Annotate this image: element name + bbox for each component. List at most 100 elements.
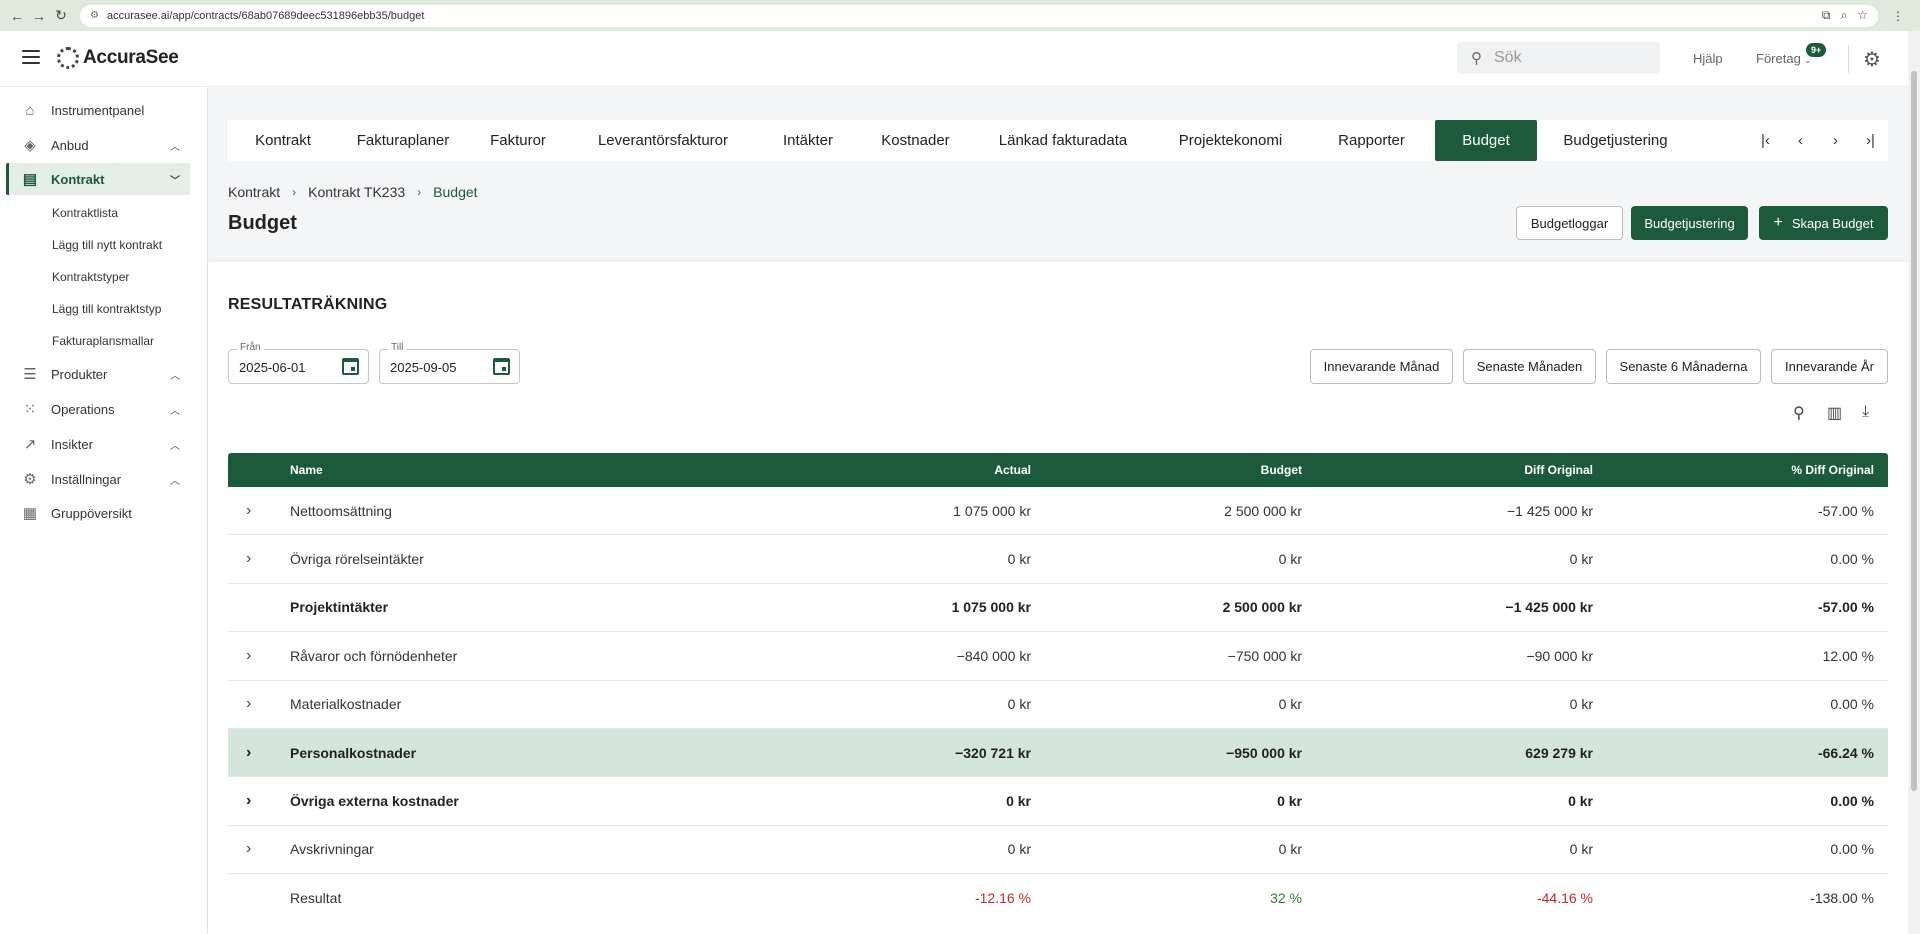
install-icon[interactable]: ⧉: [1822, 8, 1831, 23]
last-6-months-button[interactable]: Senaste 6 Månaderna: [1606, 349, 1761, 384]
tab-fakturor[interactable]: Fakturor: [468, 120, 568, 161]
row-budget: 2 500 000 kr: [1222, 599, 1302, 616]
sidebar-subitem-kontraktlista[interactable]: Kontraktlista: [52, 203, 118, 223]
row-actual: 1 075 000 kr: [951, 599, 1031, 616]
tab-intakter[interactable]: Intäkter: [758, 120, 858, 161]
table-row[interactable]: › Övriga rörelseintäkter 0 kr 0 kr 0 kr …: [228, 535, 1888, 584]
table-header: Name Actual Budget Diff Original % Diff …: [228, 453, 1888, 487]
row-name: Resultat: [290, 890, 342, 907]
sidebar-item-anbud[interactable]: ◈ Anbud ︿: [6, 129, 190, 161]
download-icon[interactable]: ⤓: [1862, 403, 1869, 421]
page-scrollbar[interactable]: [1908, 31, 1920, 934]
row-diff: −1 425 000 kr: [1506, 502, 1593, 519]
row-name: Råvaror och förnödenheter: [290, 647, 458, 664]
col-budget[interactable]: Budget: [1261, 463, 1302, 477]
logo[interactable]: AccuraSee: [57, 47, 179, 69]
site-info-icon[interactable]: ⚙: [90, 10, 99, 21]
address-bar[interactable]: ⚙ accurasee.ai/app/contracts/68ab07689de…: [80, 4, 1878, 27]
columns-icon[interactable]: ▥: [1827, 403, 1842, 423]
scroll-thumb[interactable]: [1911, 71, 1917, 791]
budget-adjust-button[interactable]: Budgetjustering: [1631, 206, 1748, 240]
date-to-field[interactable]: Till 2025-09-05: [379, 342, 520, 384]
chevron-right-icon[interactable]: ›: [1818, 132, 1853, 149]
col-name[interactable]: Name: [290, 463, 323, 477]
table-row[interactable]: › Materialkostnader 0 kr 0 kr 0 kr 0.00 …: [228, 681, 1888, 729]
expand-chevron-icon[interactable]: ›: [246, 744, 251, 762]
zoom-icon[interactable]: ⌕: [1841, 8, 1848, 23]
tab-rapporter[interactable]: Rapporter: [1308, 120, 1435, 161]
last-month-button[interactable]: Senaste Månaden: [1463, 349, 1596, 384]
sidebar-item-gruppoversikt[interactable]: ▦ Gruppöversikt: [6, 497, 190, 529]
expand-chevron-icon[interactable]: ›: [246, 840, 251, 858]
search-input[interactable]: ⚲ Sök: [1457, 42, 1660, 74]
row-name: Materialkostnader: [290, 696, 402, 713]
menu-icon[interactable]: [22, 50, 40, 64]
col-pct-diff[interactable]: % Diff Original: [1791, 463, 1874, 477]
col-actual[interactable]: Actual: [994, 463, 1031, 477]
date-from-value: 2025-06-01: [239, 360, 306, 375]
col-diff[interactable]: Diff Original: [1524, 463, 1593, 477]
last-page-icon[interactable]: ›|: [1853, 132, 1888, 149]
expand-chevron-icon[interactable]: ›: [246, 550, 251, 568]
sidebar-subitem-add-contract-type[interactable]: Lägg till kontraktstyp: [52, 299, 161, 319]
tab-lankad-fakturadata[interactable]: Länkad fakturadata: [973, 120, 1153, 161]
table-row[interactable]: › Personalkostnader −320 721 kr −950 000…: [228, 728, 1888, 778]
date-from-field[interactable]: Från 2025-06-01: [228, 342, 369, 384]
sidebar-item-instrumentpanel[interactable]: ⌂ Instrumentpanel: [6, 94, 190, 126]
reload-icon[interactable]: ↻: [50, 5, 72, 27]
date-to-value: 2025-09-05: [390, 360, 457, 375]
row-name: Nettoomsättning: [290, 502, 392, 519]
gear-icon: ⚙: [23, 471, 37, 488]
table-row[interactable]: › Övriga externa kostnader 0 kr 0 kr 0 k…: [228, 777, 1888, 826]
sidebar-subitem-add-contract[interactable]: Lägg till nytt kontrakt: [52, 235, 162, 255]
calendar-icon[interactable]: [342, 358, 359, 375]
sidebar-item-label: Insikter: [51, 436, 93, 452]
breadcrumb-kontrakt[interactable]: Kontrakt: [228, 184, 280, 200]
sidebar-item-operations[interactable]: ⁙ Operations ︿: [6, 393, 190, 425]
sidebar-subitem-invoice-templates[interactable]: Fakturaplansmallar: [52, 331, 154, 351]
settings-gear-icon[interactable]: ⚙: [1863, 47, 1881, 72]
company-menu[interactable]: Företag ⌄: [1756, 51, 1811, 66]
budget-logs-button[interactable]: Budgetloggar: [1516, 206, 1623, 240]
expand-chevron-icon[interactable]: ›: [246, 792, 251, 810]
chevron-up-icon: ︿: [170, 405, 180, 417]
tab-leverantorsfakturor[interactable]: Leverantörsfakturor: [568, 120, 758, 161]
tab-kontrakt[interactable]: Kontrakt: [228, 120, 338, 161]
expand-chevron-icon[interactable]: ›: [246, 695, 251, 713]
company-label: Företag: [1756, 51, 1801, 66]
sidebar-item-produkter[interactable]: ☰ Produkter ︿: [6, 358, 190, 390]
chevron-up-icon: ︿: [170, 370, 180, 382]
create-budget-button[interactable]: + Skapa Budget: [1759, 206, 1888, 240]
tab-bar: Kontrakt Fakturaplaner Fakturor Leverant…: [228, 120, 1888, 161]
expand-chevron-icon[interactable]: ›: [246, 647, 251, 665]
sidebar-subitem-contract-types[interactable]: Kontraktstyper: [52, 267, 129, 287]
tab-budgetjustering[interactable]: Budgetjustering: [1537, 120, 1694, 161]
current-month-button[interactable]: Innevarande Månad: [1310, 349, 1453, 384]
browser-menu-icon[interactable]: ⋮: [1892, 9, 1904, 23]
first-page-icon[interactable]: |‹: [1748, 132, 1783, 149]
forward-icon[interactable]: →: [28, 5, 50, 27]
sidebar-item-label: Inställningar: [51, 471, 122, 487]
sidebar-item-label: Gruppöversikt: [51, 505, 132, 521]
clipboard-icon: ▦: [22, 505, 38, 522]
table-search-icon[interactable]: ⚲: [1793, 403, 1805, 423]
chevron-left-icon[interactable]: ‹: [1783, 132, 1818, 149]
current-year-button[interactable]: Innevarande År: [1771, 349, 1888, 384]
bookmark-star-icon[interactable]: ☆: [1857, 8, 1868, 23]
help-link[interactable]: Hjälp: [1693, 51, 1723, 66]
tab-kostnader[interactable]: Kostnader: [858, 120, 973, 161]
table-row[interactable]: › Avskrivningar 0 kr 0 kr 0 kr 0.00 %: [228, 826, 1888, 875]
tab-projektekonomi[interactable]: Projektekonomi: [1153, 120, 1308, 161]
table-row[interactable]: › Råvaror och förnödenheter −840 000 kr …: [228, 632, 1888, 681]
tab-fakturaplaner[interactable]: Fakturaplaner: [338, 120, 468, 161]
sidebar-item-installningar[interactable]: ⚙ Inställningar ︿: [6, 463, 190, 495]
sidebar-item-kontrakt[interactable]: ▤ Kontrakt ﹀: [6, 163, 190, 195]
back-icon[interactable]: ←: [6, 5, 28, 27]
table-row[interactable]: › Nettoomsättning 1 075 000 kr 2 500 000…: [228, 487, 1888, 536]
tab-budget[interactable]: Budget: [1435, 120, 1537, 161]
breadcrumb-contract[interactable]: Kontrakt TK233: [308, 184, 405, 200]
sidebar-item-insikter[interactable]: ↗ Insikter ︿: [6, 428, 190, 460]
calendar-icon[interactable]: [493, 358, 510, 375]
row-name: Avskrivningar: [290, 841, 374, 858]
expand-chevron-icon[interactable]: ›: [246, 502, 251, 520]
